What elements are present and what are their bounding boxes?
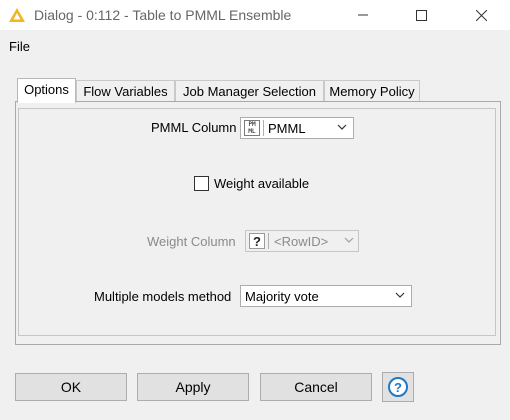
svg-text:?: ?	[394, 380, 402, 395]
unknown-type-icon: ?	[249, 233, 265, 249]
combo-separator	[263, 120, 264, 136]
weight-column-combo[interactable]: ? <RowID>	[245, 230, 359, 252]
weight-available-label: Weight available	[214, 176, 310, 191]
weight-column-value: <RowID>	[274, 234, 329, 249]
apply-button[interactable]: Apply	[137, 373, 249, 401]
pmml-column-label: PMML Column	[151, 120, 237, 135]
close-button[interactable]	[458, 0, 504, 30]
ok-button[interactable]: OK	[15, 373, 127, 401]
tab-job-manager-selection[interactable]: Job Manager Selection	[175, 80, 324, 102]
tab-flow-variables[interactable]: Flow Variables	[76, 80, 175, 102]
knime-triangle-icon	[9, 8, 25, 22]
tab-options[interactable]: Options	[17, 78, 76, 103]
close-icon	[475, 9, 487, 21]
weight-available-checkbox[interactable]	[194, 176, 209, 191]
cancel-button[interactable]: Cancel	[260, 373, 372, 401]
combo-separator	[268, 233, 269, 249]
pmml-column-combo[interactable]: PM ML PMML	[240, 117, 354, 139]
tab-memory-policy[interactable]: Memory Policy	[324, 80, 420, 102]
multiple-models-method-combo[interactable]: Majority vote	[240, 285, 412, 307]
chevron-down-icon	[395, 292, 405, 298]
maximize-button[interactable]	[398, 0, 444, 30]
help-button[interactable]: ?	[382, 372, 414, 402]
menu-bar: File	[0, 30, 510, 64]
menu-file[interactable]: File	[9, 39, 30, 54]
title-bar: Dialog - 0:112 - Table to PMML Ensemble	[0, 0, 510, 30]
chevron-down-icon	[344, 237, 354, 243]
maximize-icon	[415, 9, 427, 21]
multiple-models-method-value: Majority vote	[245, 289, 319, 304]
window-title: Dialog - 0:112 - Table to PMML Ensemble	[34, 7, 292, 23]
minimize-button[interactable]	[340, 0, 386, 30]
pmml-column-value: PMML	[268, 121, 306, 136]
weight-column-label: Weight Column	[147, 234, 236, 249]
help-question-icon: ?	[388, 377, 408, 397]
multiple-models-method-label: Multiple models method	[94, 289, 232, 304]
pmml-type-icon: PM ML	[244, 120, 260, 136]
chevron-down-icon	[337, 124, 347, 130]
minimize-icon	[358, 14, 368, 16]
